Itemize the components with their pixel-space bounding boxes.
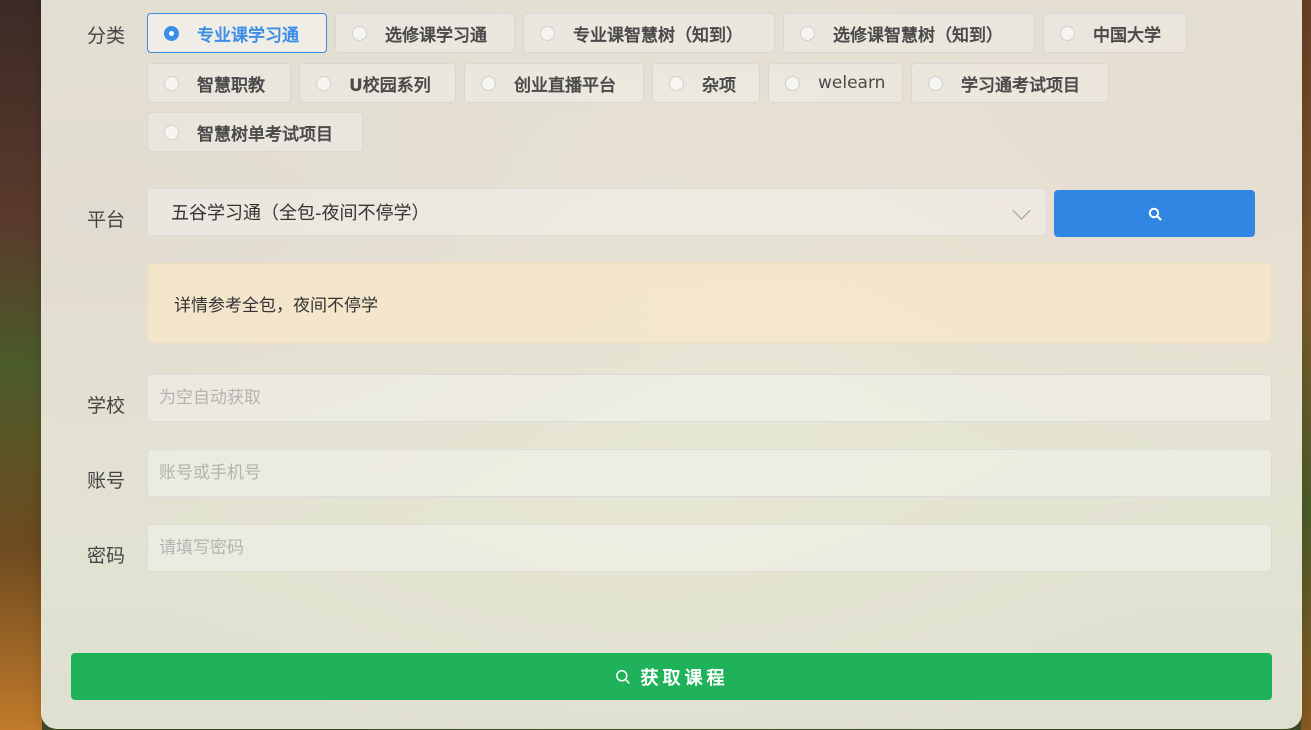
category-radio-zhuanye-xuexitong[interactable]: 专业课学习通 xyxy=(147,13,327,53)
radio-unchecked-icon xyxy=(481,75,496,91)
category-radio-label: 智慧职教 xyxy=(197,75,265,96)
category-radio-label: 专业课智慧树（知到） xyxy=(573,25,743,46)
category-radio-xuexitong-kaoshi[interactable]: 学习通考试项目 xyxy=(911,63,1109,103)
radio-unchecked-icon xyxy=(1060,25,1075,41)
radio-unchecked-icon xyxy=(164,124,179,140)
category-radio-zhihuishu-kaoshi[interactable]: 智慧树单考试项目 xyxy=(147,112,363,152)
form-panel xyxy=(41,0,1302,729)
search-icon xyxy=(615,669,631,685)
account-label: 账号 xyxy=(87,470,126,492)
category-radio-label: 选修课学习通 xyxy=(385,25,487,46)
radio-unchecked-icon xyxy=(785,75,800,91)
radio-checked-icon xyxy=(164,25,179,41)
account-input[interactable] xyxy=(147,449,1272,497)
category-radio-label: 学习通考试项目 xyxy=(961,75,1080,96)
category-radio-u-xiaoyuan[interactable]: U校园系列 xyxy=(299,63,456,103)
category-radio-label: welearn xyxy=(818,73,886,93)
radio-unchecked-icon xyxy=(164,75,179,91)
platform-select[interactable]: 五谷学习通（全包-夜间不停学） xyxy=(147,188,1047,236)
platform-search-button[interactable] xyxy=(1054,190,1255,237)
platform-label: 平台 xyxy=(87,209,126,231)
category-radio-label: U校园系列 xyxy=(349,75,431,96)
radio-unchecked-icon xyxy=(352,25,367,41)
category-radio-label: 杂项 xyxy=(702,75,736,96)
background-scenery-left xyxy=(0,0,42,730)
category-radio-label: 专业课学习通 xyxy=(197,25,299,46)
school-input[interactable] xyxy=(147,374,1272,422)
get-courses-label: 获取课程 xyxy=(640,667,729,689)
category-radio-chuangye-zhibo[interactable]: 创业直播平台 xyxy=(464,63,644,103)
school-label: 学校 xyxy=(87,395,126,417)
category-radio-label: 中国大学 xyxy=(1093,25,1161,46)
category-radio-label: 选修课智慧树（知到） xyxy=(833,25,1003,46)
radio-unchecked-icon xyxy=(316,75,331,91)
category-radio-zhongguo-daxue[interactable]: 中国大学 xyxy=(1043,13,1187,53)
platform-select-value: 五谷学习通（全包-夜间不停学） xyxy=(171,203,430,224)
radio-unchecked-icon xyxy=(928,75,943,91)
password-label: 密码 xyxy=(87,545,126,567)
password-input[interactable] xyxy=(147,524,1272,572)
category-radio-zhuanye-zhihuishu[interactable]: 专业课智慧树（知到） xyxy=(523,13,775,53)
platform-notice-text: 详情参考全包，夜间不停学 xyxy=(174,295,378,316)
radio-unchecked-icon xyxy=(800,25,815,41)
category-radio-xuanxiu-zhihuishu[interactable]: 选修课智慧树（知到） xyxy=(783,13,1035,53)
platform-notice: 详情参考全包，夜间不停学 xyxy=(147,263,1272,343)
background-scenery-right xyxy=(1301,0,1311,730)
chevron-down-icon xyxy=(1012,201,1031,220)
category-radio-zaxiang[interactable]: 杂项 xyxy=(652,63,760,103)
radio-unchecked-icon xyxy=(669,75,684,91)
get-courses-button[interactable]: 获取课程 xyxy=(71,653,1272,700)
category-radio-zhihui-zhijiao[interactable]: 智慧职教 xyxy=(147,63,291,103)
category-radio-label: 智慧树单考试项目 xyxy=(197,124,333,145)
category-radio-welearn[interactable]: welearn xyxy=(768,63,903,103)
category-radio-xuanxiu-xuexitong[interactable]: 选修课学习通 xyxy=(335,13,515,53)
category-radio-label: 创业直播平台 xyxy=(514,75,616,96)
category-label: 分类 xyxy=(87,25,126,47)
radio-unchecked-icon xyxy=(540,25,555,41)
search-icon xyxy=(1148,207,1162,221)
